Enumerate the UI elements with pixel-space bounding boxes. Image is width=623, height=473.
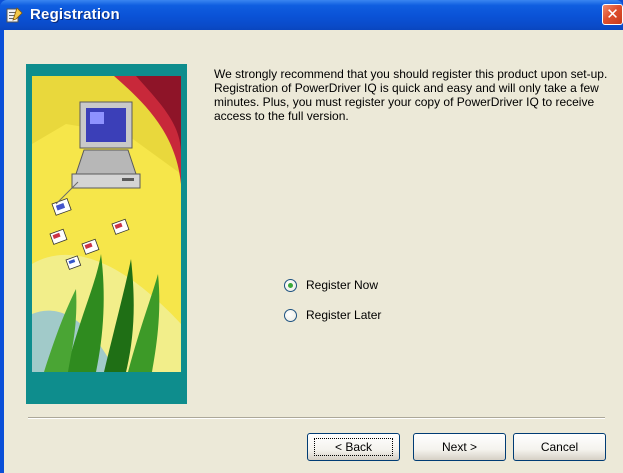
- back-button[interactable]: < Back: [307, 433, 400, 461]
- close-icon: ✕: [606, 5, 619, 23]
- register-later-label[interactable]: Register Later: [306, 308, 381, 322]
- title-bar[interactable]: Registration ✕: [0, 0, 623, 30]
- register-now-option[interactable]: Register Now: [284, 277, 378, 293]
- register-later-radio[interactable]: [284, 308, 297, 322]
- close-button[interactable]: ✕: [602, 4, 623, 25]
- back-button-label: < Back: [313, 438, 394, 456]
- registration-intro-text: We strongly recommend that you should re…: [214, 67, 608, 123]
- register-now-radio[interactable]: [284, 278, 297, 292]
- registration-window: Registration ✕ We strongly recommend tha…: [0, 0, 623, 473]
- registration-app-icon: [6, 6, 24, 24]
- cancel-button[interactable]: Cancel: [513, 433, 606, 461]
- next-button[interactable]: Next >: [413, 433, 506, 461]
- next-button-label: Next >: [441, 440, 477, 454]
- button-separator: [28, 417, 605, 419]
- side-illustration: [26, 64, 187, 404]
- register-now-label[interactable]: Register Now: [306, 278, 378, 292]
- cancel-button-label: Cancel: [540, 440, 579, 454]
- register-later-option[interactable]: Register Later: [284, 307, 381, 323]
- dialog-body: We strongly recommend that you should re…: [4, 30, 623, 473]
- window-title: Registration: [30, 6, 120, 23]
